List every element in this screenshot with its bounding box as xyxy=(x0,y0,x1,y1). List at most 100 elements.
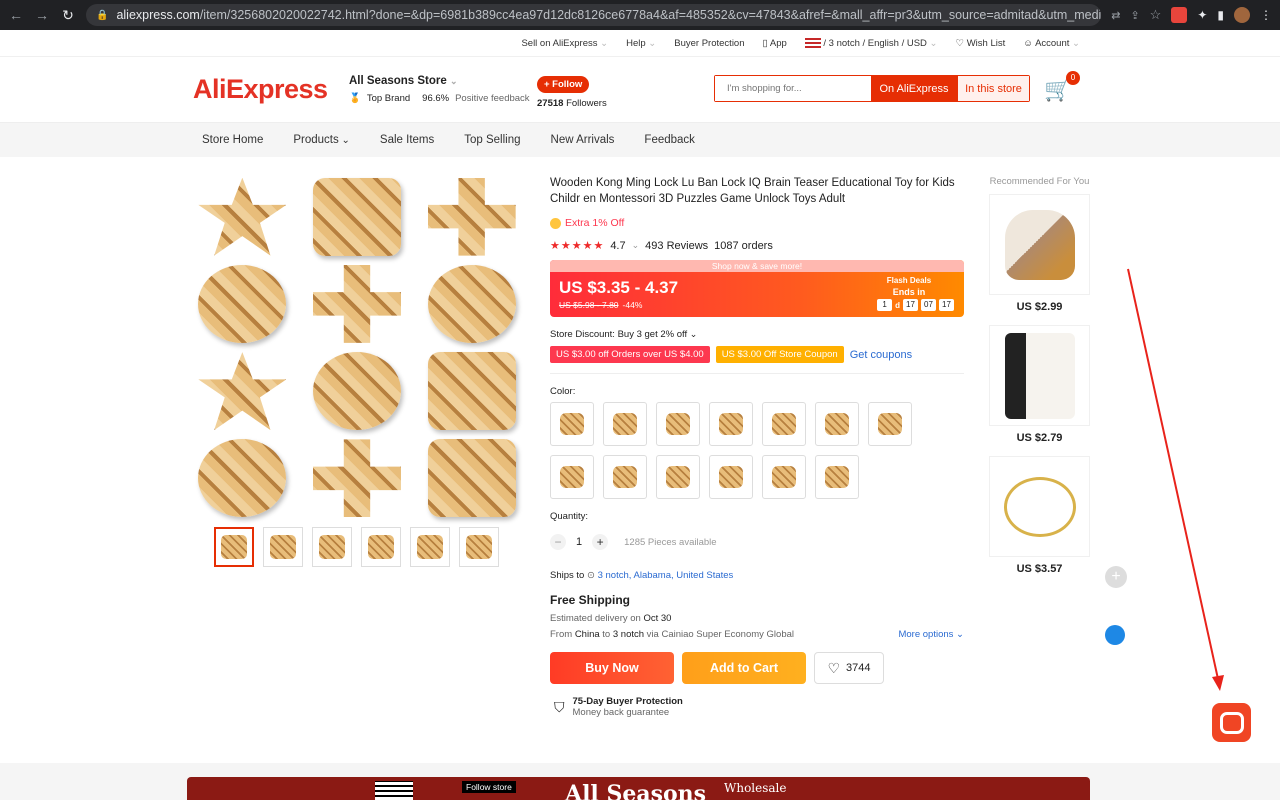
puzzle-image xyxy=(416,437,527,520)
color-swatch[interactable] xyxy=(603,455,647,499)
share-icon[interactable]: ⇪ xyxy=(1130,9,1139,22)
recommended-item-image[interactable] xyxy=(989,194,1090,295)
puzzle-extensions-icon[interactable]: ✦ xyxy=(1197,8,1207,22)
coupon-orders[interactable]: US $3.00 off Orders over US $4.00 xyxy=(550,346,710,363)
quantity-plus-button[interactable]: + xyxy=(592,534,609,550)
store-banner[interactable]: Follow store All Seasons Wholesale xyxy=(187,777,1090,800)
product-main-image[interactable] xyxy=(187,175,527,520)
nav-feedback[interactable]: Feedback xyxy=(644,134,695,146)
search-store-button[interactable]: In this store xyxy=(957,76,1029,101)
color-swatch[interactable] xyxy=(762,455,806,499)
sidepanel-icon[interactable]: ▮ xyxy=(1217,8,1224,22)
buyer-protection-link[interactable]: Buyer Protection xyxy=(674,38,744,49)
account-link[interactable]: ☺ Account ⌄ xyxy=(1023,38,1080,49)
color-swatch[interactable] xyxy=(656,402,700,446)
recommended-item-image[interactable] xyxy=(989,456,1090,557)
store-banner-title: All Seasons xyxy=(565,781,707,800)
rating-stars: ★★★★★ xyxy=(550,240,605,252)
search-bar: On AliExpress In this store xyxy=(714,75,1030,102)
color-swatch[interactable] xyxy=(709,455,753,499)
flash-deals-title: Flash Deals xyxy=(886,276,932,285)
color-swatch[interactable] xyxy=(656,455,700,499)
puzzle-image xyxy=(416,350,527,433)
nav-products[interactable]: Products ⌄ xyxy=(293,134,350,146)
back-icon[interactable]: ← xyxy=(8,7,24,23)
color-swatch[interactable] xyxy=(550,402,594,446)
thumbnail[interactable] xyxy=(459,527,499,567)
plus-circle-icon[interactable]: + xyxy=(1105,566,1127,588)
nav-new-arrivals[interactable]: New Arrivals xyxy=(551,134,615,146)
buy-now-button[interactable]: Buy Now xyxy=(550,652,674,684)
nav-sale-items[interactable]: Sale Items xyxy=(380,134,434,146)
thumbnail[interactable] xyxy=(263,527,303,567)
color-swatch[interactable] xyxy=(603,402,647,446)
get-coupons-link[interactable]: Get coupons xyxy=(850,349,912,361)
reload-icon[interactable]: ↻ xyxy=(60,7,76,24)
color-swatch[interactable] xyxy=(762,402,806,446)
color-swatch[interactable] xyxy=(868,402,912,446)
wholesale-label: Wholesale xyxy=(724,781,787,795)
locale-selector[interactable]: / 3 notch / English / USD ⌄ xyxy=(804,37,938,49)
puzzle-image xyxy=(416,175,527,258)
follow-button[interactable]: + Follow xyxy=(537,76,590,93)
nav-top-selling[interactable]: Top Selling xyxy=(464,134,520,146)
quantity-value[interactable]: 1 xyxy=(576,536,582,548)
search-input[interactable] xyxy=(715,76,871,101)
wishlist-button[interactable]: ♡ 3744 xyxy=(814,652,884,684)
quantity-minus-button[interactable]: − xyxy=(550,534,566,550)
feedback-percent: 96.6% xyxy=(422,93,450,104)
recommended-item-image[interactable] xyxy=(989,325,1090,426)
search-aliexpress-button[interactable]: On AliExpress xyxy=(871,76,957,101)
thumbnail[interactable] xyxy=(214,527,254,567)
store-discount[interactable]: Store Discount: Buy 3 get 2% off ⌄ xyxy=(550,329,964,340)
coupon-store[interactable]: US $3.00 Off Store Coupon xyxy=(715,346,844,363)
help-link[interactable]: Help ⌄ xyxy=(626,38,656,49)
rating-value[interactable]: 4.7 xyxy=(610,240,625,252)
to-label: to xyxy=(602,629,611,640)
lock-icon: 🔒 xyxy=(96,9,109,21)
chevron-down-icon: ⌄ xyxy=(929,37,938,49)
add-to-cart-button[interactable]: Add to Cart xyxy=(682,652,806,684)
bookmark-star-icon[interactable]: ☆ xyxy=(1150,7,1162,23)
color-swatch[interactable] xyxy=(550,455,594,499)
profile-avatar[interactable] xyxy=(1234,7,1250,23)
timer-seconds: 17 xyxy=(939,299,954,311)
extension-icon[interactable] xyxy=(1171,7,1188,23)
address-bar[interactable]: 🔒 aliexpress.com/item/3256802020022742.h… xyxy=(86,4,1102,26)
price-box: Shop now & save more! US $3.35 - 4.37 US… xyxy=(550,260,964,317)
help-label: Help xyxy=(626,37,646,49)
more-options-link[interactable]: More options ⌄ xyxy=(898,629,964,640)
from-label: From xyxy=(550,629,573,640)
wishlist-link[interactable]: ♡ Wish List xyxy=(956,38,1006,49)
recommended-price: US $2.79 xyxy=(1016,432,1063,444)
socks-image xyxy=(1004,332,1075,419)
chevron-down-icon: ⌄ xyxy=(600,37,609,49)
thumbnail[interactable] xyxy=(312,527,352,567)
protection-title: 75-Day Buyer Protection xyxy=(572,696,683,707)
color-swatch[interactable] xyxy=(709,402,753,446)
color-swatch[interactable] xyxy=(815,402,859,446)
cart-button[interactable]: 🛒 0 xyxy=(1044,71,1080,105)
store-name[interactable]: All Seasons Store ⌄ xyxy=(349,75,530,87)
medal-icon: 🏅 xyxy=(349,93,361,104)
aliexpress-logo[interactable]: AliExpress xyxy=(193,74,349,105)
puzzle-image xyxy=(302,175,413,258)
assistant-icon[interactable] xyxy=(1105,625,1125,645)
color-swatch[interactable] xyxy=(815,455,859,499)
countdown-timer: 1 d 17 07 17 xyxy=(864,299,954,311)
color-label: Color: xyxy=(550,386,576,397)
pieces-available: 1285 Pieces available xyxy=(624,536,717,548)
recommended-panel: Recommended For You US $2.99 US $2.79 US… xyxy=(989,175,1090,587)
thumbnail[interactable] xyxy=(361,527,401,567)
ships-location-link[interactable]: 3 notch, Alabama, United States xyxy=(598,570,734,581)
reviews-count[interactable]: 493 Reviews xyxy=(645,240,708,252)
app-floating-button[interactable] xyxy=(1212,703,1251,742)
locale-label: / 3 notch / English / USD xyxy=(823,37,927,49)
sell-link[interactable]: Sell on AliExpress ⌄ xyxy=(521,38,608,49)
menu-icon[interactable]: ⋮ xyxy=(1260,8,1272,22)
nav-store-home[interactable]: Store Home xyxy=(202,134,263,146)
thumbnail[interactable] xyxy=(410,527,450,567)
translate-icon[interactable]: ⇄ xyxy=(1111,9,1120,22)
forward-icon[interactable]: → xyxy=(34,7,50,23)
app-link[interactable]: ▯ App xyxy=(763,38,787,49)
